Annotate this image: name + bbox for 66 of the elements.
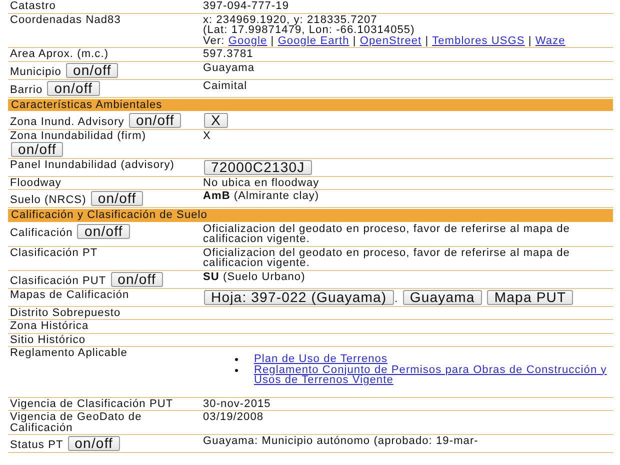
- field-label: Clasificación PUT: [10, 274, 106, 286]
- field-value: |: [528, 34, 532, 46]
- field-value: 03/19/2008: [203, 411, 264, 423]
- field-value: |: [270, 34, 274, 46]
- map-link[interactable]: OpenStreet: [360, 34, 422, 46]
- field-label: Mapas de Calificación: [10, 288, 130, 300]
- toggle-button[interactable]: on/off: [77, 224, 130, 238]
- field-value: Oficializacion del geodato en proceso, favor de referirse al mapa de calificacion vigente.: [203, 222, 570, 245]
- toggle-button[interactable]: on/off: [11, 142, 64, 156]
- bullet-icon: [235, 368, 238, 372]
- field-label: Municipio: [10, 66, 62, 78]
- map-link[interactable]: Google: [228, 34, 268, 46]
- field-label: Vigencia de GeoDato de Calificación: [10, 411, 142, 434]
- value-button[interactable]: X: [204, 113, 228, 128]
- field-label: Barrio: [10, 84, 43, 96]
- field-label: Zona Histórica: [10, 320, 89, 332]
- field-label: Suelo (NRCS): [10, 194, 86, 206]
- field-label: Vigencia de Clasificación PUT: [10, 398, 174, 410]
- field-label: Panel Inundabilidad (advisory): [10, 158, 174, 170]
- value-button[interactable]: Hoja: 397-022 (Guayama): [204, 290, 394, 304]
- value-button[interactable]: 72000C2130J: [204, 160, 312, 174]
- field-value: |: [425, 34, 429, 46]
- field-value: Ver:: [203, 34, 225, 46]
- map-link[interactable]: Temblores USGS: [432, 34, 525, 46]
- section-header: Características Ambientales: [8, 98, 613, 111]
- field-label: Calificación: [10, 226, 73, 238]
- field-value: No ubica en floodway: [203, 176, 320, 188]
- field-label: Catastro: [10, 0, 56, 12]
- value-button[interactable]: Mapa PUT: [487, 290, 574, 304]
- field-value: (Lat: 17.99871479, Lon: -66.10314055): [203, 24, 415, 36]
- field-label: Status PT: [10, 439, 64, 451]
- field-label: Floodway: [10, 176, 62, 188]
- field-label: Coordenadas Nad83: [10, 14, 121, 26]
- toggle-button[interactable]: on/off: [110, 272, 163, 286]
- section-header: Calificación y Clasificación de Suelo: [8, 209, 613, 222]
- field-value: AmB (Almirante clay): [203, 190, 320, 202]
- field-value: Caimital: [203, 80, 248, 92]
- regulation-link[interactable]: Reglamento Conjunto de Permisos para Obras de Construcción y Usos de Terrenos Vigente: [254, 364, 613, 386]
- bullet-icon: [235, 358, 238, 361]
- regulation-link[interactable]: Plan de Uso de Terrenos: [254, 354, 388, 364]
- field-label: Distrito Sobrepuesto: [10, 306, 121, 318]
- field-value: Guayama: [203, 62, 255, 74]
- field-value: |: [352, 34, 356, 46]
- field-value: 30-nov-2015: [203, 398, 271, 410]
- field-value: Oficializacion del geodato en proceso, favor de referirse al mapa de calificacion vigente.: [203, 246, 570, 269]
- field-label: Sitio Histórico: [10, 334, 86, 346]
- field-value: SU (Suelo Urbano): [203, 270, 306, 282]
- toggle-button[interactable]: on/off: [90, 191, 144, 206]
- field-label: Zona Inundabilidad (firm): [10, 130, 146, 142]
- field-value: 597.3781: [203, 48, 254, 60]
- toggle-button[interactable]: on/off: [128, 113, 182, 128]
- field-value: .: [394, 292, 398, 304]
- field-value: X: [203, 130, 211, 142]
- toggle-button[interactable]: on/off: [47, 80, 100, 96]
- field-label: Zona Inund. Advisory: [10, 116, 124, 128]
- map-link[interactable]: Google Earth: [278, 34, 350, 46]
- field-value: Guayama: Municipio autónomo (aprobado: 19-mar-: [203, 435, 478, 447]
- field-value: x: 234969.1920, y: 218335.7207: [203, 14, 378, 26]
- toggle-button[interactable]: on/off: [68, 436, 120, 451]
- toggle-button[interactable]: on/off: [66, 62, 118, 78]
- map-link[interactable]: Waze: [535, 34, 566, 46]
- field-label: Clasificación PT: [10, 246, 98, 258]
- field-label: Reglamento Aplicable: [10, 347, 128, 359]
- field-label: Area Aprox. (m.c.): [10, 48, 109, 60]
- value-button[interactable]: Guayama: [402, 290, 482, 304]
- field-value: 397-094-777-19: [203, 0, 289, 12]
